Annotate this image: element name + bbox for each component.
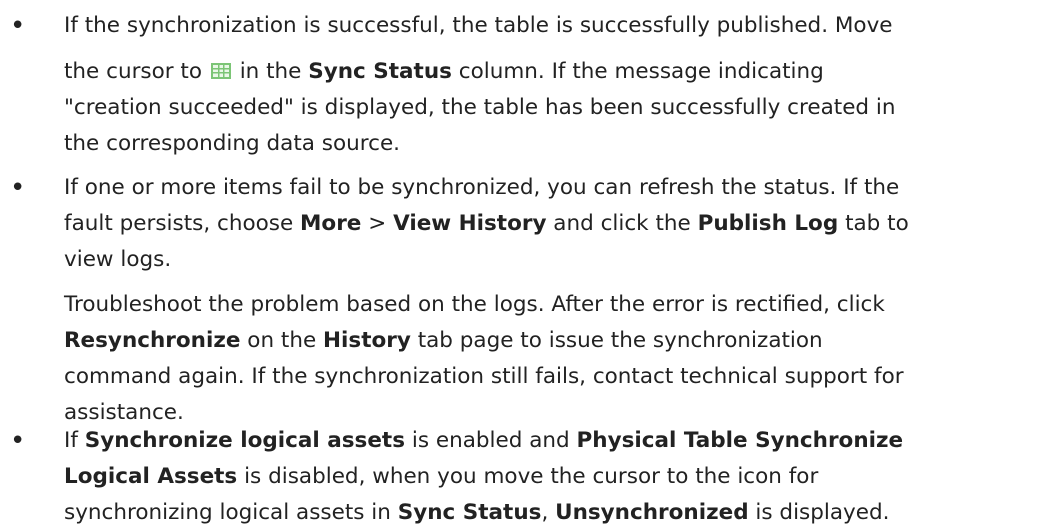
text-run: on the bbox=[240, 328, 324, 353]
text-line: command again. If the synchronization st… bbox=[64, 364, 904, 389]
text-run: tab to bbox=[838, 211, 909, 236]
text-run: is disabled, when you move the cursor to… bbox=[237, 464, 819, 489]
text-run: , bbox=[541, 500, 556, 525]
document-page: • • • If the synchronization is successf… bbox=[0, 0, 1061, 528]
text-run: If the synchronization is successful, th… bbox=[64, 13, 893, 38]
ui-term: Physical Table Synchronize bbox=[576, 428, 904, 453]
ui-term: Unsynchronized bbox=[555, 500, 749, 525]
text-run: Troubleshoot the problem based on the lo… bbox=[64, 292, 885, 317]
text-run: command again. If the synchronization st… bbox=[64, 364, 904, 389]
ui-term: Resynchronize bbox=[64, 328, 241, 353]
ui-term: Sync Status bbox=[397, 500, 542, 525]
ui-term: Sync Status bbox=[308, 59, 452, 84]
text-run: "creation succeeded" is displayed, the t… bbox=[64, 95, 896, 120]
text-run: assistance. bbox=[64, 400, 184, 425]
text-run: If one or more items fail to be synchron… bbox=[64, 175, 900, 200]
ui-term: View History bbox=[393, 211, 547, 236]
text-line: assistance. bbox=[64, 400, 184, 425]
text-line: view logs. bbox=[64, 247, 171, 272]
text-line: Troubleshoot the problem based on the lo… bbox=[64, 292, 885, 317]
ui-term: More bbox=[300, 211, 362, 236]
ui-term: Publish Log bbox=[697, 211, 839, 236]
text-run: the cursor to bbox=[64, 59, 209, 84]
text-run: If bbox=[64, 428, 85, 453]
bullet-3: • bbox=[10, 426, 26, 456]
text-line: synchronizing logical assets in Sync Sta… bbox=[64, 500, 889, 525]
text-line: If the synchronization is successful, th… bbox=[64, 13, 893, 38]
text-line: "creation succeeded" is displayed, the t… bbox=[64, 95, 896, 120]
ui-term: Logical Assets bbox=[64, 464, 238, 489]
text-line: fault persists, choose More > View Histo… bbox=[64, 211, 909, 236]
text-run: > bbox=[361, 211, 394, 236]
bullet-2: • bbox=[10, 173, 26, 203]
text-run: the corresponding data source. bbox=[64, 131, 401, 156]
text-run: and click the bbox=[546, 211, 698, 236]
text-run: column. If the message indicating bbox=[451, 59, 824, 84]
text-run: view logs. bbox=[64, 247, 172, 272]
text-run: fault persists, choose bbox=[64, 211, 301, 236]
text-run: is enabled and bbox=[405, 428, 577, 453]
text-run: synchronizing logical assets in bbox=[64, 500, 398, 525]
text-run: in the bbox=[232, 59, 309, 84]
text-run: tab page to issue the synchronization bbox=[410, 328, 823, 353]
text-line: the cursor to in the Sync Status column.… bbox=[64, 59, 824, 84]
text-line: Logical Assets is disabled, when you mov… bbox=[64, 464, 818, 489]
ui-term: History bbox=[323, 328, 411, 353]
text-line: If Synchronize logical assets is enabled… bbox=[64, 428, 903, 453]
text-line: Resynchronize on the History tab page to… bbox=[64, 328, 823, 353]
table-grid-icon bbox=[210, 63, 231, 79]
text-line: the corresponding data source. bbox=[64, 131, 400, 156]
text-line: If one or more items fail to be synchron… bbox=[64, 175, 899, 200]
ui-term: Synchronize logical assets bbox=[84, 428, 406, 453]
text-run: is displayed. bbox=[748, 500, 890, 525]
bullet-1: • bbox=[10, 11, 26, 41]
